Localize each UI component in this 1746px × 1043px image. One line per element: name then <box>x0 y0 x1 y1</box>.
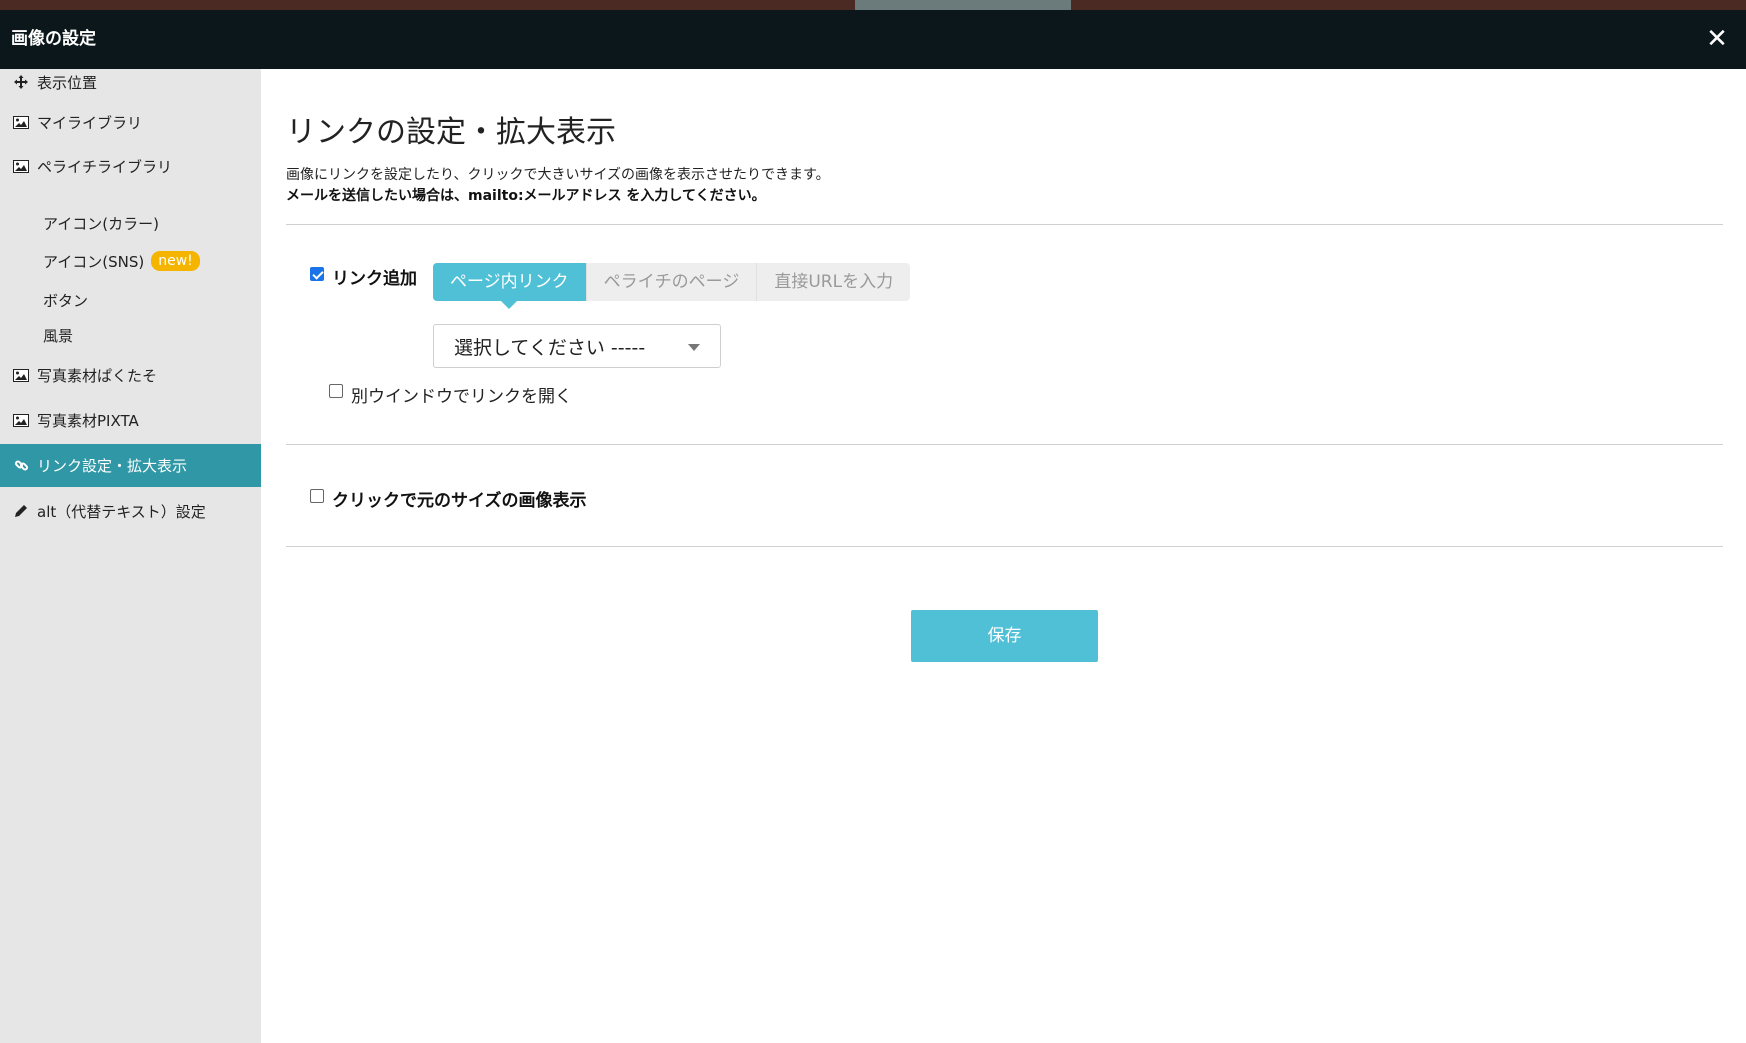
sidebar-item-label: マイライブラリ <box>37 113 143 132</box>
sidebar-item-pixta[interactable]: 写真素材PIXTA <box>0 400 261 440</box>
background-strip-center <box>855 0 1071 10</box>
sidebar-item-label: 表示位置 <box>37 73 98 92</box>
link-add-label: リンク追加 <box>332 269 417 289</box>
sidebar-subitem-label: アイコン(カラー) <box>43 214 159 233</box>
chevron-down-icon <box>688 344 700 351</box>
sidebar-item-label: alt（代替テキスト）設定 <box>37 502 206 521</box>
background-strip <box>0 0 1746 10</box>
tab-peraichi-page[interactable]: ペライチのページ <box>585 263 757 301</box>
image-icon <box>13 158 29 174</box>
divider <box>286 224 1723 225</box>
link-type-tabs: ページ内リンク ペライチのページ 直接URLを入力 <box>433 263 911 309</box>
dialog-titlebar: 画像の設定 ✕ <box>0 10 1746 69</box>
sidebar-subitem-button[interactable]: ボタン <box>43 285 88 315</box>
page-link-select[interactable]: 選択してください ----- <box>433 324 721 368</box>
page-title: リンクの設定・拡大表示 <box>286 115 616 150</box>
close-icon[interactable]: ✕ <box>1702 24 1732 54</box>
move-icon <box>13 74 29 90</box>
sidebar-item-alt-settings[interactable]: alt（代替テキスト）設定 <box>0 491 261 531</box>
divider <box>286 444 1723 445</box>
sidebar-item-link-settings[interactable]: リンク設定・拡大表示 <box>0 444 261 487</box>
sidebar-subitem-landscape[interactable]: 風景 <box>43 320 73 350</box>
new-window-label: 別ウインドウでリンクを開く <box>351 387 572 407</box>
sidebar-subitem-icon-sns[interactable]: アイコン(SNS) new! <box>43 246 200 276</box>
sidebar-subitem-label: 風景 <box>43 326 74 345</box>
sidebar-item-position[interactable]: 表示位置 <box>0 62 261 102</box>
new-badge: new! <box>151 251 200 271</box>
select-value: 選択してください ----- <box>454 336 646 359</box>
sidebar-item-label: 写真素材PIXTA <box>37 411 139 430</box>
link-add-checkbox[interactable] <box>310 267 324 281</box>
original-size-checkbox[interactable] <box>310 489 324 503</box>
sidebar-item-label: 写真素材ぱくたそ <box>37 366 158 385</box>
sidebar-item-peraichi-library[interactable]: ペライチライブラリ <box>0 146 261 186</box>
original-size-label: クリックで元のサイズの画像表示 <box>332 491 587 511</box>
mailto-note: メールを送信したい場合は、mailto:メールアドレス を入力してください。 <box>286 188 766 204</box>
tab-direct-url[interactable]: 直接URLを入力 <box>756 263 910 301</box>
sidebar-item-label: ペライチライブラリ <box>37 157 173 176</box>
pencil-icon <box>13 503 29 519</box>
tab-page-link[interactable]: ページ内リンク <box>433 263 586 309</box>
sidebar-item-label: リンク設定・拡大表示 <box>37 457 188 475</box>
link-icon <box>13 458 29 474</box>
sidebar-subitem-icon-color[interactable]: アイコン(カラー) <box>43 208 159 238</box>
main-panel: リンクの設定・拡大表示 画像にリンクを設定したり、クリックで大きいサイズの画像を… <box>261 69 1746 1043</box>
description: 画像にリンクを設定したり、クリックで大きいサイズの画像を表示させたりできます。 <box>286 167 830 183</box>
sidebar-subitem-label: アイコン(SNS) <box>43 252 145 271</box>
divider <box>286 546 1723 547</box>
sidebar: 表示位置 マイライブラリ ペライチライブラリ アイコン(カラー) アイコン(SN… <box>0 69 261 1043</box>
image-icon <box>13 367 29 383</box>
save-button[interactable]: 保存 <box>911 610 1098 662</box>
new-window-checkbox[interactable] <box>329 384 343 398</box>
image-icon <box>13 412 29 428</box>
sidebar-item-pakutaso[interactable]: 写真素材ぱくたそ <box>0 355 261 395</box>
image-icon <box>13 114 29 130</box>
sidebar-item-my-library[interactable]: マイライブラリ <box>0 102 261 142</box>
sidebar-subitem-label: ボタン <box>43 291 89 310</box>
dialog-title: 画像の設定 <box>11 29 96 49</box>
